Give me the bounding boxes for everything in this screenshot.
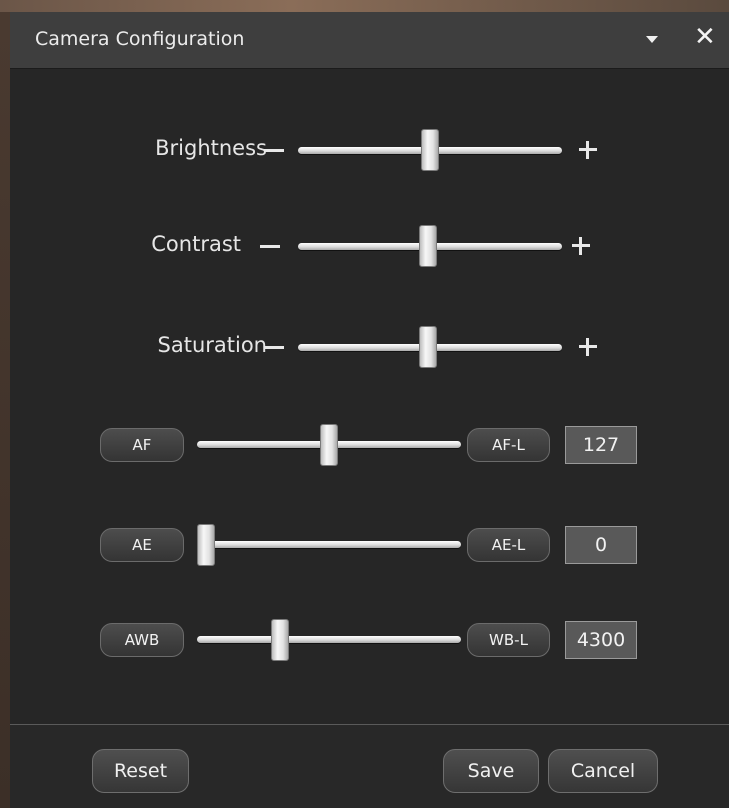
- awb-slider-thumb[interactable]: [270, 619, 289, 661]
- ae-slider-thumb[interactable]: [197, 524, 215, 566]
- brightness-slider-thumb[interactable]: [421, 129, 439, 171]
- awb-button[interactable]: AWB: [100, 623, 184, 657]
- contrast-label: Contrast: [151, 232, 241, 256]
- brightness-decrease-icon[interactable]: [264, 149, 284, 152]
- brightness-row: Brightness: [10, 125, 729, 175]
- ae-button[interactable]: AE: [100, 528, 184, 562]
- contrast-increase-icon[interactable]: [572, 237, 590, 255]
- ae-slider[interactable]: [197, 541, 461, 548]
- af-lock-button[interactable]: AF-L: [467, 428, 550, 462]
- wb-lock-button[interactable]: WB-L: [467, 623, 550, 657]
- saturation-decrease-icon[interactable]: [264, 346, 284, 349]
- close-icon[interactable]: ✕: [694, 24, 716, 50]
- background-wallpaper-edge: [0, 12, 10, 807]
- af-row: AF AF-L 127: [10, 422, 729, 468]
- ae-row: AE AE-L 0: [10, 522, 729, 568]
- camera-configuration-dialog: Camera Configuration ✕ Brightness Contra…: [10, 12, 729, 808]
- chevron-down-icon[interactable]: [646, 36, 658, 43]
- save-button[interactable]: Save: [443, 749, 539, 793]
- awb-slider[interactable]: [197, 636, 461, 643]
- saturation-label: Saturation: [157, 333, 267, 357]
- af-button[interactable]: AF: [100, 428, 184, 462]
- ae-lock-button[interactable]: AE-L: [467, 528, 550, 562]
- awb-row: AWB WB-L 4300: [10, 617, 729, 663]
- dialog-title: Camera Configuration: [35, 28, 245, 50]
- saturation-row: Saturation: [10, 322, 729, 372]
- contrast-row: Contrast: [10, 221, 729, 271]
- brightness-increase-icon[interactable]: [579, 141, 597, 159]
- reset-button[interactable]: Reset: [92, 749, 189, 793]
- contrast-decrease-icon[interactable]: [260, 245, 280, 248]
- background-wallpaper: [0, 0, 729, 12]
- cancel-button[interactable]: Cancel: [548, 749, 658, 793]
- saturation-slider-thumb[interactable]: [418, 326, 437, 368]
- title-bar: Camera Configuration ✕: [10, 12, 729, 69]
- ae-value: 0: [565, 526, 637, 564]
- af-slider-thumb[interactable]: [320, 424, 338, 466]
- dialog-footer: Reset Save Cancel: [10, 724, 729, 808]
- contrast-slider-thumb[interactable]: [418, 225, 437, 267]
- awb-value: 4300: [565, 621, 637, 659]
- af-value: 127: [565, 426, 637, 464]
- saturation-increase-icon[interactable]: [579, 338, 597, 356]
- brightness-label: Brightness: [155, 136, 267, 160]
